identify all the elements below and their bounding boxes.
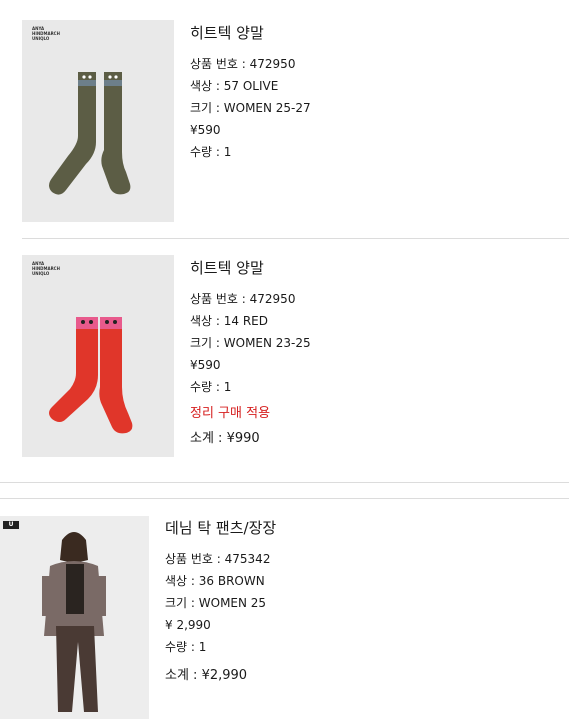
product-size: 크기 : WOMEN 25 [165, 596, 267, 610]
product-color: 색상 : 57 OLIVE [190, 79, 279, 93]
cart-item: ANYA HINDMARCH UNIQLO 히트텍 양말 상품 번호 : 47295… [0, 239, 569, 482]
product-price: ¥ 2,990 [165, 618, 211, 632]
product-quantity: 수량 : 1 [165, 640, 207, 654]
product-color: 색상 : 36 BROWN [165, 574, 265, 588]
item-details: 히트텍 양말 상품 번호 : 472950 색상 : 57 OLIVE 크기 :… [190, 22, 550, 163]
sock-illustration [49, 72, 131, 195]
product-price: ¥590 [190, 123, 221, 137]
product-color: 색상 : 14 RED [190, 314, 268, 328]
sock-illustration [49, 317, 133, 434]
item-subtotal: 소계 : ¥990 [190, 431, 260, 446]
product-name[interactable]: 히트텍 양말 [190, 22, 550, 43]
model-illustration [42, 532, 106, 712]
product-image[interactable]: ANYA HINDMARCH UNIQLO [22, 255, 174, 457]
item-subtotal: 소계 : ¥2,990 [165, 668, 248, 683]
cart-item: ANYA HINDMARCH UNIQLO 히트텍 양말 상품 번호 : 47295… [0, 0, 569, 238]
product-image[interactable]: U [0, 516, 149, 719]
uniqlo-u-logo: U [3, 521, 19, 529]
product-size: 크기 : WOMEN 23-25 [190, 336, 311, 350]
item-details: 히트텍 양말 상품 번호 : 472950 색상 : 14 RED 크기 : W… [190, 257, 550, 448]
promo-applied-label: 정리 구매 적용 [190, 406, 271, 421]
product-name[interactable]: 데님 탁 팬츠/장장 [165, 517, 545, 538]
product-quantity: 수량 : 1 [190, 145, 232, 159]
cart-item: U 데님 탁 팬츠/장장 상품 번호 : 475342 색상 : 36 BROW… [0, 499, 569, 727]
product-number: 상품 번호 : 472950 [190, 57, 296, 71]
product-image[interactable]: ANYA HINDMARCH UNIQLO [22, 20, 174, 222]
product-quantity: 수량 : 1 [190, 380, 232, 394]
product-price: ¥590 [190, 358, 221, 372]
brand-logo: ANYA HINDMARCH UNIQLO [32, 26, 60, 41]
product-name[interactable]: 히트텍 양말 [190, 257, 550, 278]
product-number: 상품 번호 : 475342 [165, 552, 271, 566]
divider [0, 482, 569, 483]
item-details: 데님 탁 팬츠/장장 상품 번호 : 475342 색상 : 36 BROWN … [165, 517, 545, 685]
brand-logo: ANYA HINDMARCH UNIQLO [32, 261, 60, 276]
product-size: 크기 : WOMEN 25-27 [190, 101, 311, 115]
product-number: 상품 번호 : 472950 [190, 292, 296, 306]
